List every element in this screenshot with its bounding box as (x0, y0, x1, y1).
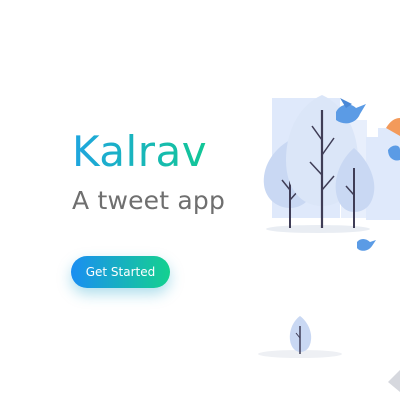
get-started-button[interactable]: Get Started (71, 256, 170, 288)
brand-name: Kalrav (72, 127, 207, 176)
tagline: A tweet app (72, 186, 226, 215)
landing-page: Kalrav A tweet app Get Started (0, 0, 400, 400)
